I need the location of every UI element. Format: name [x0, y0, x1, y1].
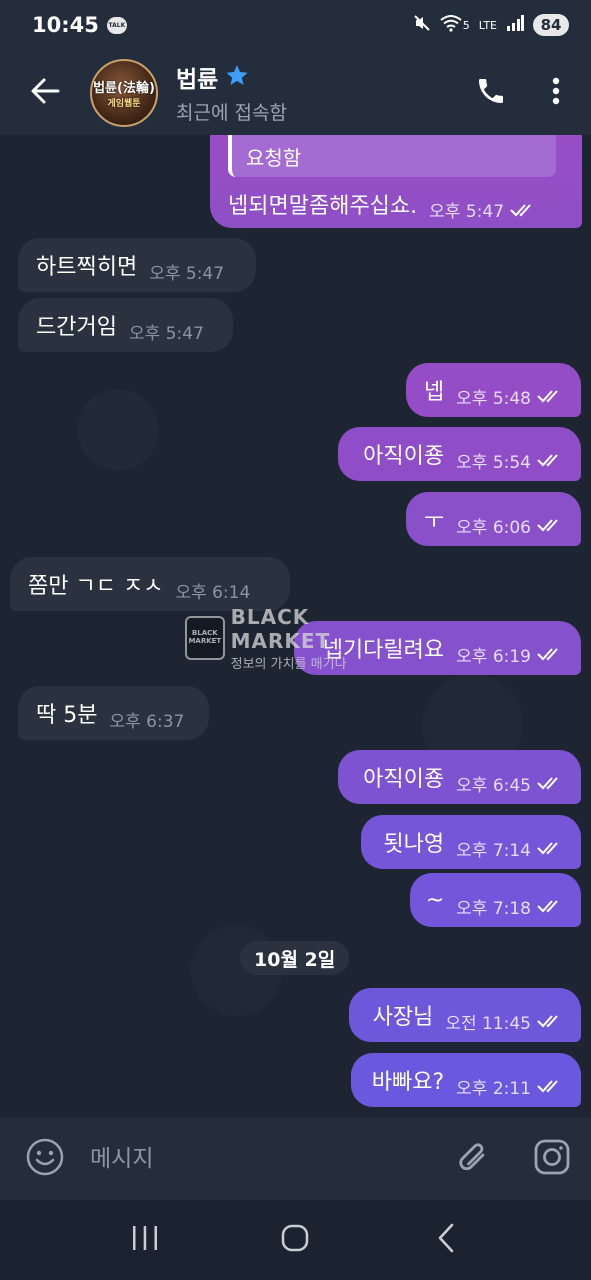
double-check-icon — [537, 841, 563, 855]
chat-last-seen: 최근에 접속함 — [176, 102, 287, 124]
double-check-icon — [537, 899, 563, 913]
attach-button[interactable] — [435, 1118, 513, 1200]
message-text: 쫌만 ㄱㄷ ㅈㅅ — [28, 574, 164, 599]
message-time: 오후 6:06 — [456, 517, 531, 538]
message-time: 오후 6:14 — [175, 582, 251, 603]
message-text: 딱 5분 — [36, 703, 98, 728]
more-vertical-icon — [552, 77, 560, 109]
lte-label: LTE — [478, 18, 497, 32]
double-check-icon — [537, 1079, 563, 1093]
message-text: 하트찍히면 — [36, 255, 138, 280]
message-bubble-outgoing[interactable]: ~ 오후 7:18 — [410, 873, 581, 927]
nav-back-button[interactable] — [396, 1200, 496, 1280]
watermark-logo-text: BLACK MARKET — [188, 629, 222, 645]
message-text: ㅜ — [423, 509, 445, 534]
chat-message-list[interactable]: 요청함 넵되면말좀해주십쇼. 오후 5:47 하트찍히면 오후 5:47 드간거임 오… — [0, 135, 591, 1118]
message-input[interactable] — [90, 1129, 435, 1189]
camera-icon — [533, 1138, 571, 1180]
double-check-icon — [537, 518, 563, 532]
watermark-title: BLACK MARKET — [230, 604, 331, 653]
message-text: 됫나영 — [383, 832, 445, 857]
home-button[interactable] — [245, 1200, 345, 1280]
double-check-icon — [537, 389, 563, 403]
message-text: 아직이죵 — [363, 444, 445, 469]
watermark-logo: BLACK MARKET — [185, 616, 225, 660]
message-bubble-outgoing[interactable]: 바빠요? 오후 2:11 — [351, 1053, 581, 1107]
emoji-button[interactable] — [0, 1118, 90, 1200]
paperclip-icon — [457, 1138, 491, 1180]
message-text: 바빠요? — [371, 1070, 445, 1095]
back-button[interactable] — [0, 50, 90, 135]
talk-notification-icon: TALK — [106, 16, 127, 34]
quoted-reply-text: 요청함 — [246, 145, 302, 170]
message-bubble-incoming[interactable]: 드간거임 오후 5:47 — [18, 298, 233, 352]
message-time: 오후 5:48 — [456, 388, 531, 409]
battery-indicator: 84 — [533, 14, 569, 36]
avatar-label-2: 게임웹툰 — [107, 98, 141, 109]
more-menu-button[interactable] — [521, 50, 591, 135]
quoted-reply[interactable]: 요청함 — [228, 135, 556, 177]
home-icon — [281, 1224, 309, 1256]
chat-header: 법륜(法輪) 게임웹툰 법륜 최근에 접속함 — [0, 50, 591, 135]
message-bubble-outgoing[interactable]: ㅜ 오후 6:06 — [406, 492, 581, 546]
three-bars-icon — [131, 1225, 159, 1255]
status-bar: 10:45 TALK 5 LTE 84 — [0, 0, 591, 50]
double-check-icon — [537, 453, 563, 467]
message-time: 오후 5:54 — [456, 452, 531, 473]
chat-title-block[interactable]: 법륜 최근에 접속함 — [176, 60, 461, 125]
message-text: 드간거임 — [36, 315, 117, 340]
chevron-left-icon — [437, 1223, 455, 1257]
message-bubble-outgoing[interactable]: 아직이죵 오후 6:45 — [338, 750, 581, 804]
double-check-icon — [537, 776, 563, 790]
message-text: 아직이죵 — [363, 767, 445, 792]
message-time: 오후 5:47 — [149, 263, 225, 284]
mute-icon — [413, 14, 431, 36]
smiley-icon — [26, 1138, 64, 1180]
message-bubble-outgoing[interactable]: 넵 오후 5:48 — [406, 363, 581, 417]
message-time: 오후 7:14 — [456, 840, 531, 861]
message-bubble-outgoing-reply[interactable]: 요청함 넵되면말좀해주십쇼. 오후 5:47 — [210, 135, 582, 228]
arrow-left-icon — [30, 77, 60, 109]
message-text: ~ — [425, 887, 445, 913]
avatar-label-1: 법륜(法輪) — [93, 80, 155, 96]
message-time: 오후 5:47 — [128, 323, 204, 344]
double-check-icon — [537, 647, 563, 661]
message-bubble-incoming[interactable]: 하트찍히면 오후 5:47 — [18, 238, 256, 292]
watermark: BLACK MARKET BLACK MARKET 정보의 가치를 매기다 — [185, 605, 415, 672]
message-time: 오후 7:18 — [456, 898, 531, 919]
network-type-label: 5 — [462, 18, 470, 32]
message-bubble-outgoing[interactable]: 아직이죵 오후 5:54 — [338, 427, 581, 481]
date-separator: 10월 2일 — [240, 941, 350, 975]
watermark-subtitle: 정보의 가치를 매기다 — [230, 656, 347, 672]
phone-icon — [475, 75, 507, 111]
message-text: 넵되면말좀해주십쇼. — [228, 193, 418, 219]
wifi-icon — [440, 14, 462, 36]
message-time: 오전 11:45 — [445, 1013, 531, 1034]
star-icon — [226, 64, 248, 91]
signal-icon — [506, 15, 524, 35]
message-time: 오후 6:45 — [456, 775, 531, 796]
message-bubble-incoming[interactable]: 딱 5분 오후 6:37 — [18, 686, 209, 740]
system-nav-bar — [0, 1200, 591, 1280]
call-button[interactable] — [461, 50, 521, 135]
message-bubble-incoming[interactable]: 쫌만 ㄱㄷ ㅈㅅ 오후 6:14 — [10, 557, 290, 611]
recent-apps-button[interactable] — [95, 1200, 195, 1280]
chat-name: 법륜 — [176, 67, 219, 93]
message-bubble-outgoing[interactable]: 됫나영 오후 7:14 — [361, 815, 581, 869]
message-time: 오후 6:37 — [109, 711, 185, 732]
message-time: 오후 5:47 — [429, 202, 505, 222]
camera-button[interactable] — [513, 1118, 591, 1200]
double-check-icon — [510, 203, 536, 217]
status-time: 10:45 — [32, 13, 99, 37]
message-text: 사장님 — [372, 1005, 434, 1030]
message-bubble-outgoing[interactable]: 사장님 오전 11:45 — [349, 988, 581, 1042]
message-time: 오후 6:19 — [456, 646, 531, 667]
message-text: 넵 — [423, 380, 445, 405]
status-icons: 5 LTE 84 — [413, 14, 569, 36]
double-check-icon — [537, 1014, 563, 1028]
avatar[interactable]: 법륜(法輪) 게임웹툰 — [90, 58, 158, 127]
message-time: 오후 2:11 — [456, 1078, 531, 1099]
message-composer — [0, 1118, 591, 1200]
